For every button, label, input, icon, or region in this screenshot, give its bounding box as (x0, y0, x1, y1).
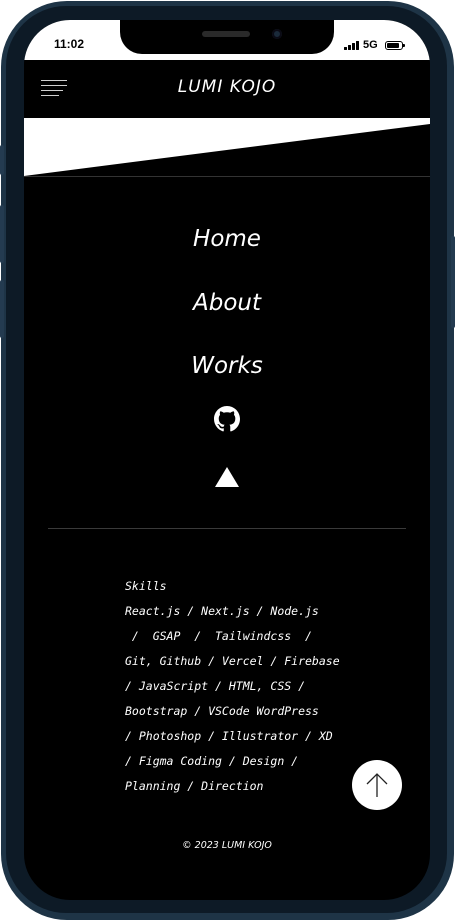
skills-line: / GSAP / Tailwindcss / (125, 629, 312, 643)
scroll-top-button[interactable] (352, 760, 402, 810)
volume-down-button (0, 280, 4, 338)
skills-section: Skills React.js / Next.js / Node.js / GS… (125, 574, 340, 799)
skills-line: / JavaScript / HTML, CSS / (125, 679, 306, 693)
network-label: 5G (363, 39, 378, 51)
status-bar: 11:02 5G (24, 20, 430, 60)
decorative-banner (24, 118, 430, 176)
nav-works[interactable]: Works (24, 353, 430, 379)
skills-line: / Figma Coding / Design / (125, 754, 299, 768)
github-icon[interactable] (214, 406, 240, 432)
notch (120, 20, 334, 54)
speaker (202, 31, 250, 37)
triangle-icon[interactable] (214, 466, 240, 488)
nav-about[interactable]: About (24, 290, 430, 316)
nav-home[interactable]: Home (24, 226, 430, 252)
skills-line: React.js / Next.js / Node.js (125, 604, 319, 618)
section-divider (48, 528, 406, 529)
skills-line: Planning / Direction (125, 779, 264, 793)
volume-up-button (0, 205, 4, 263)
power-button (451, 236, 455, 328)
skills-line: Bootstrap / VSCode WordPress (125, 704, 319, 718)
skills-line: / Photoshop / Illustrator / XD (125, 729, 333, 743)
banner-line (24, 176, 430, 177)
screen: 11:02 5G LUMI KOJO Home About Works Skil… (24, 20, 430, 900)
battery-icon (385, 41, 405, 50)
signal-icon (344, 40, 360, 50)
mute-button (0, 145, 4, 175)
skills-line: Git, Github / Vercel / Firebase (125, 654, 340, 668)
status-time: 11:02 (54, 37, 85, 51)
copyright-text: © 2023 LUMI KOJO (182, 840, 272, 851)
site-logo[interactable]: LUMI KOJO (24, 77, 430, 97)
site-header: LUMI KOJO (24, 60, 430, 118)
skills-heading: Skills (125, 579, 167, 593)
camera (272, 29, 282, 39)
arrow-up-icon (366, 773, 388, 797)
